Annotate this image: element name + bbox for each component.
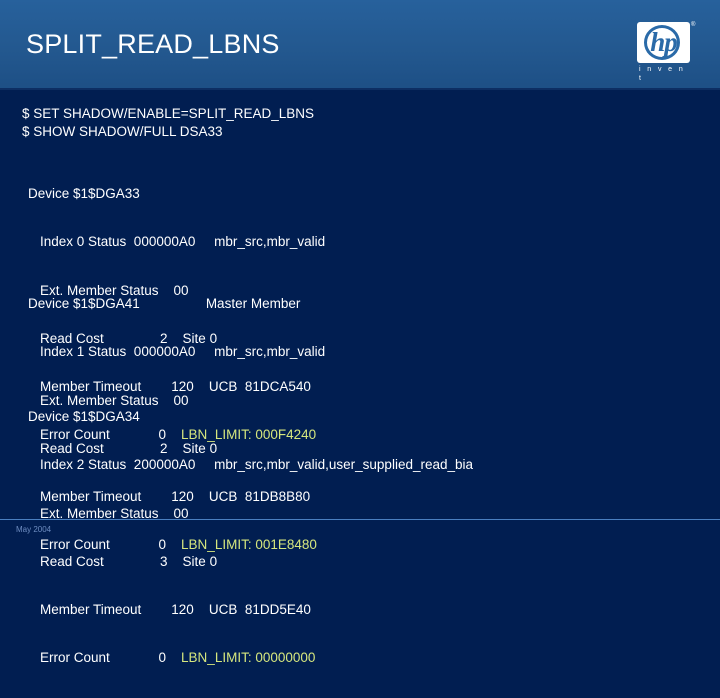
hp-logo-box: hp: [637, 22, 690, 63]
device-status-line: Index 2 Status 200000A0 mbr_src,mbr_vali…: [40, 457, 474, 473]
command-line: $ SET SHADOW/ENABLE=SPLIT_READ_LBNS: [22, 106, 314, 121]
device-role: Master Member: [205, 296, 301, 311]
error-count-text: Error Count 0: [40, 650, 182, 666]
hp-logo-letters: hp: [650, 27, 678, 57]
lbn-limit-value: LBN_LIMIT: 00000000: [181, 650, 316, 666]
device-ext-member-status-line: Ext. Member Status 00: [40, 505, 189, 521]
command-line: $ SHOW SHADOW/FULL DSA33: [22, 124, 223, 139]
device-header-line: Device $1$DGA34: [28, 408, 473, 426]
slide-header: SPLIT_READ_LBNS hp ® i n v e n t: [0, 0, 720, 90]
device-name: Device $1$DGA41: [28, 296, 140, 311]
device-error-count-line: Error Count 0 LBN_LIMIT: 00000000: [28, 649, 473, 667]
footer-divider: [0, 519, 720, 520]
slide: SPLIT_READ_LBNS hp ® i n v e n t $ SET S…: [0, 0, 720, 665]
device-header-line: Device $1$DGA33: [28, 185, 325, 203]
console-output: $ SET SHADOW/ENABLE=SPLIT_READ_LBNS $ SH…: [0, 90, 720, 665]
device-status-line: Index 1 Status 000000A0 mbr_src,mbr_vali…: [40, 344, 326, 360]
device-status-line: Index 0 Status 000000A0 mbr_src,mbr_vali…: [40, 234, 326, 250]
device-name: Device $1$DGA33: [28, 186, 140, 201]
device-name: Device $1$DGA34: [28, 409, 140, 424]
registered-trademark-icon: ®: [691, 22, 696, 28]
hp-logo: hp ® i n v e n t: [637, 22, 696, 82]
command-block: $ SET SHADOW/ENABLE=SPLIT_READ_LBNS $ SH…: [22, 105, 314, 141]
device-member-timeout-line: Member Timeout 120 UCB 81DD5E40: [40, 602, 311, 618]
device-block: Device $1$DGA34 Index 2 Status 200000A0 …: [28, 378, 473, 698]
device-header-line: Device $1$DGA41 Master Member: [28, 295, 325, 313]
footer-date: May 2004: [16, 525, 52, 534]
page-title: SPLIT_READ_LBNS: [26, 29, 280, 59]
device-read-cost-line: Read Cost 3 Site 0: [40, 553, 218, 569]
hp-logo-tagline: i n v e n t: [639, 66, 686, 82]
